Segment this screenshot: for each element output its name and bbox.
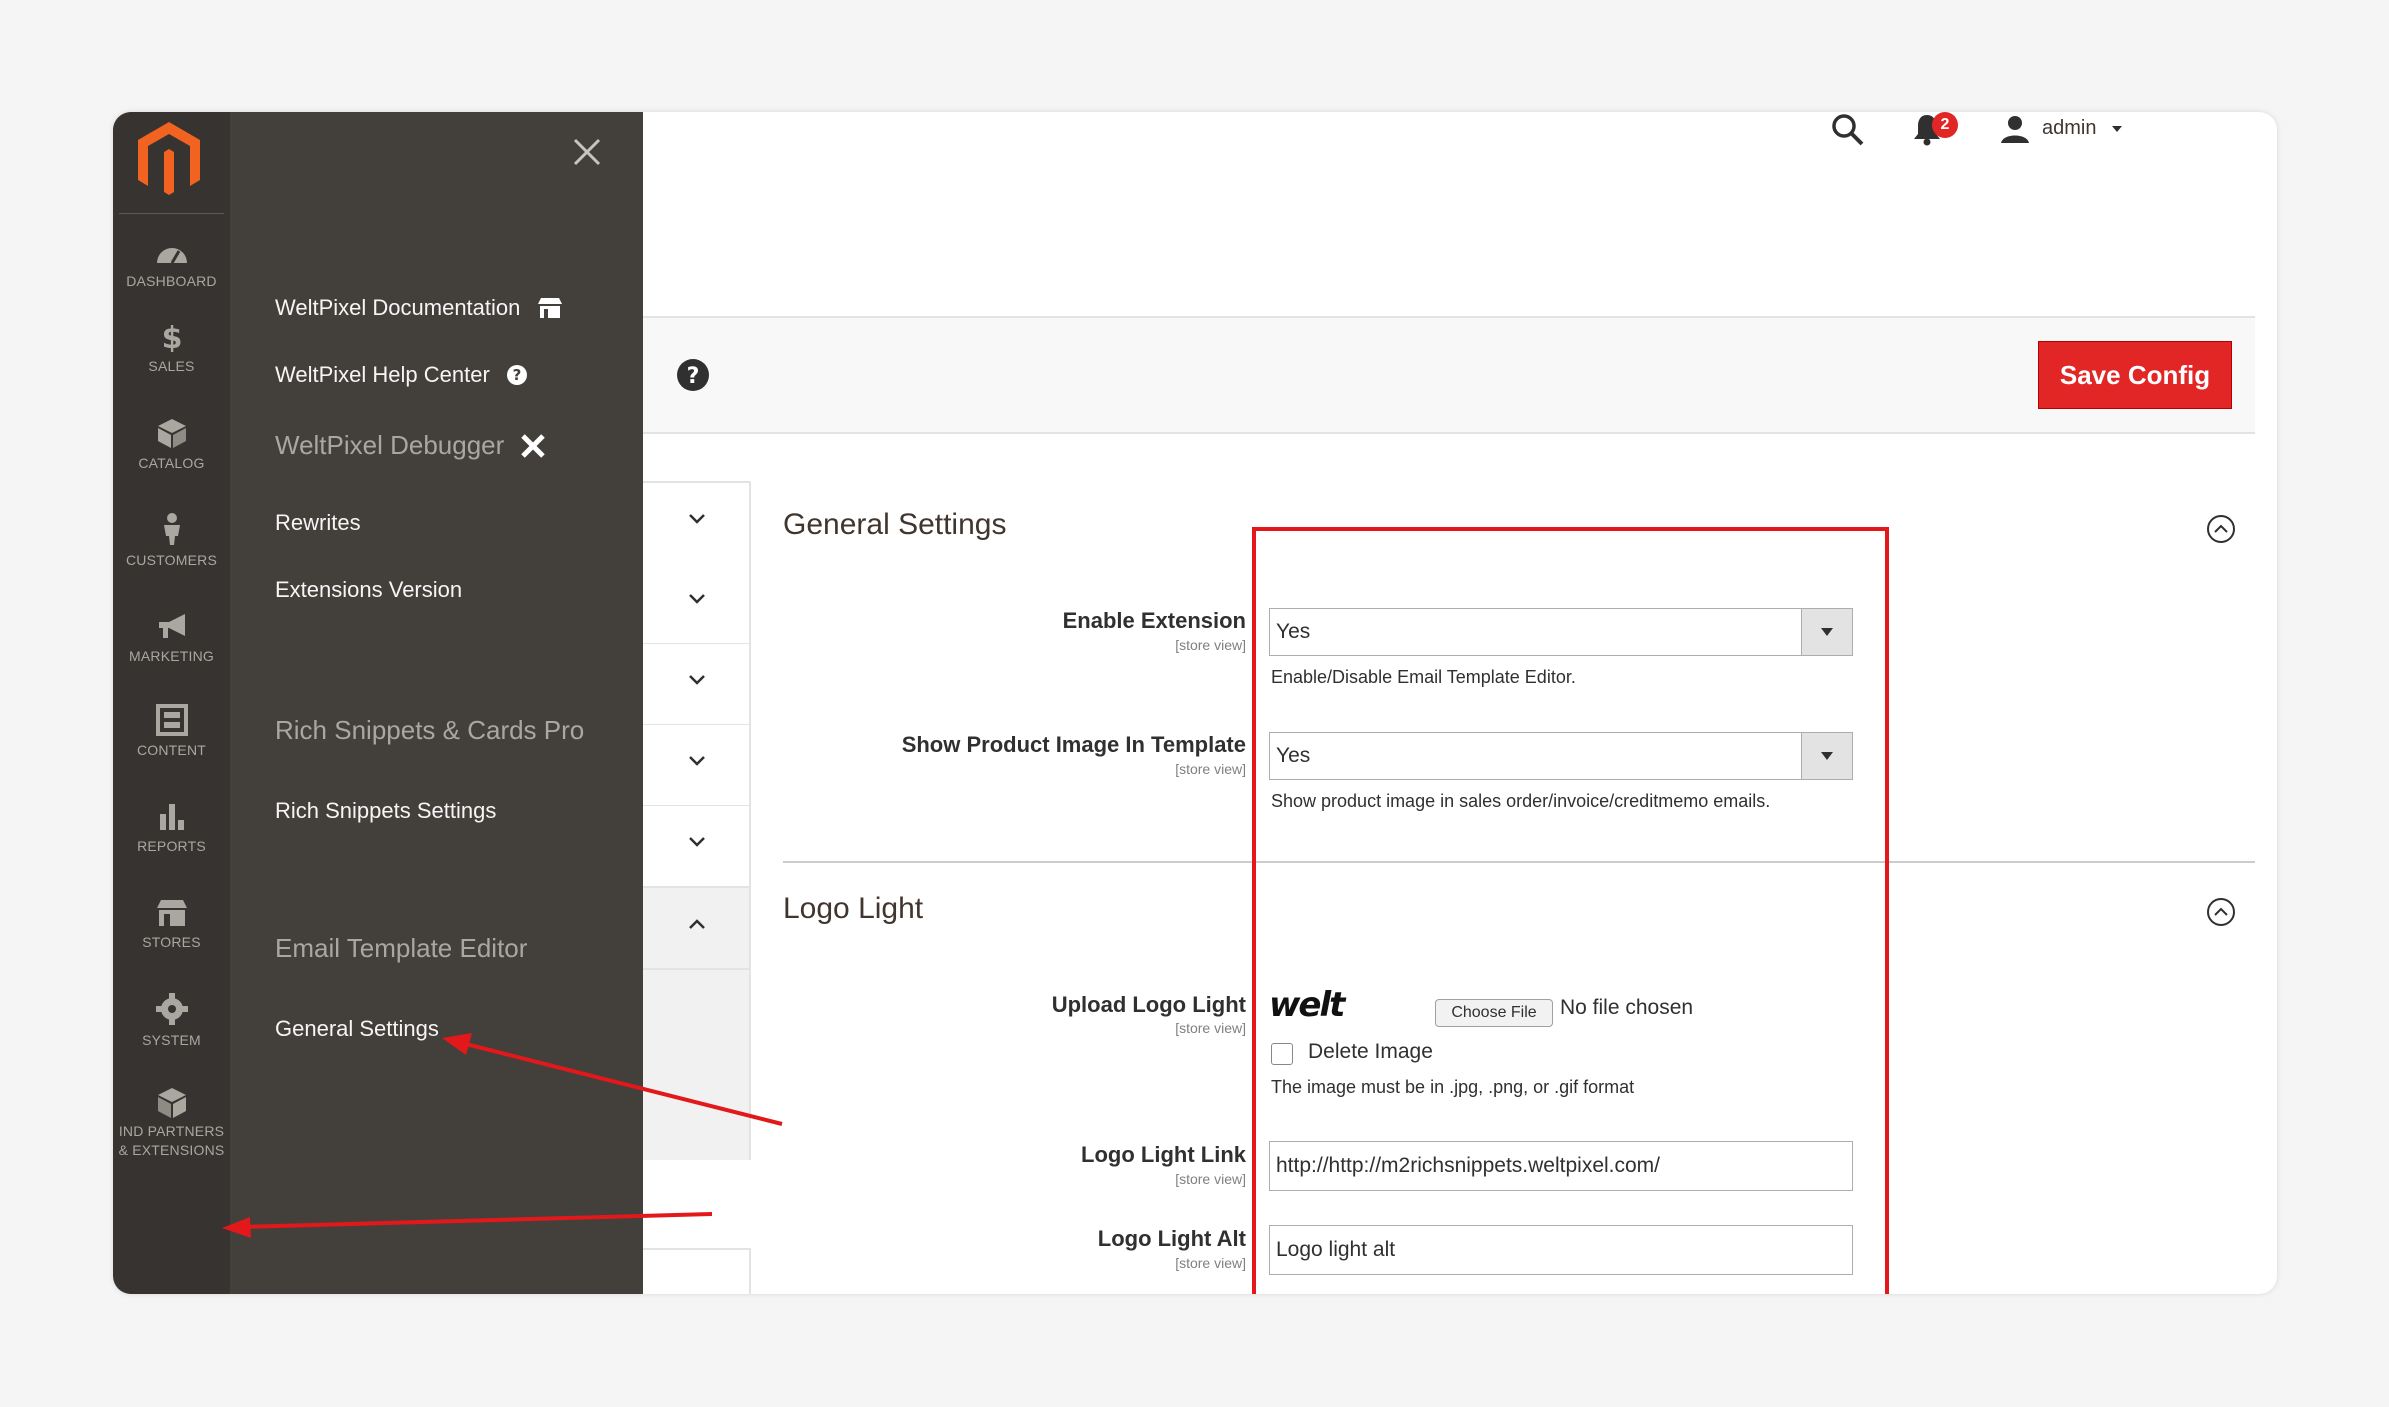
chevron-down-icon[interactable] — [2110, 122, 2124, 136]
bar-chart-icon — [159, 804, 184, 830]
nav-item-system[interactable]: SYSTEM — [113, 992, 230, 1082]
person-icon — [163, 513, 180, 545]
weltpixel-flyout-menu: WeltPixel Documentation WeltPixel Help C… — [230, 112, 643, 1294]
cube-icon — [157, 1088, 186, 1118]
chevron-down-icon — [689, 514, 705, 524]
nav-item-content[interactable]: CONTENT — [113, 704, 230, 794]
nav-label: CONTENT — [136, 742, 207, 758]
field-scope: [store view] — [1175, 1255, 1246, 1271]
config-tab-row[interactable] — [643, 1248, 751, 1294]
flyout-link-documentation[interactable]: WeltPixel Documentation — [275, 295, 564, 321]
nav-label: IND PARTNERS — [118, 1123, 225, 1139]
content-icon — [155, 704, 188, 736]
nav-item-stores[interactable]: STORES — [113, 898, 230, 988]
field-label: Upload Logo Light — [1051, 992, 1246, 1017]
nav-item-dashboard[interactable]: DASHBOARD — [113, 237, 230, 327]
chevron-down-icon — [689, 675, 705, 685]
flyout-heading-label: Email Template Editor — [275, 933, 528, 963]
field-scope: [store view] — [1175, 1171, 1246, 1187]
nav-item-partners[interactable]: IND PARTNERS & EXTENSIONS — [113, 1086, 230, 1186]
user-icon[interactable] — [2000, 114, 2030, 144]
help-icon: ? — [506, 365, 527, 385]
help-icon[interactable]: ? — [676, 358, 710, 392]
admin-user-menu[interactable]: admin — [2042, 117, 2096, 140]
flyout-link-label: General Settings — [275, 1016, 439, 1041]
annotation-highlight-box — [1252, 527, 1889, 1294]
nav-label: MARKETING — [128, 648, 215, 664]
flyout-link-label: WeltPixel Documentation — [275, 295, 521, 320]
dashboard-icon — [156, 248, 187, 264]
dollar-icon: $ — [161, 322, 182, 352]
tools-icon — [521, 433, 546, 458]
admin-nav-rail: DASHBOARD $ SALES CATALOG CUSTOMERS MARK… — [113, 112, 230, 1294]
page-actions-bar — [643, 318, 2255, 434]
nav-item-marketing[interactable]: MARKETING — [113, 612, 230, 702]
config-tab-row[interactable] — [643, 481, 751, 565]
config-tab-row[interactable] — [643, 725, 751, 807]
field-label: Logo Light Alt — [1097, 1226, 1246, 1251]
flyout-link-label: Rich Snippets Settings — [275, 798, 497, 823]
flyout-heading-label: WeltPixel Debugger — [275, 430, 505, 460]
nav-label: DASHBOARD — [126, 273, 217, 289]
save-config-button[interactable]: Save Config — [2038, 341, 2232, 409]
collapse-icon[interactable] — [2206, 514, 2236, 544]
nav-label: REPORTS — [137, 838, 206, 854]
search-icon[interactable] — [1830, 112, 1866, 148]
flyout-link-rich-snippets-settings[interactable]: Rich Snippets Settings — [275, 798, 496, 824]
rail-divider — [119, 213, 224, 214]
nav-label: CUSTOMERS — [126, 552, 217, 568]
svg-text:?: ? — [512, 366, 521, 384]
field-label: Enable Extension — [1062, 608, 1246, 633]
flyout-heading-label: Rich Snippets & Cards Pro — [275, 715, 585, 745]
flyout-link-label: Rewrites — [275, 510, 361, 535]
notification-badge: 2 — [1932, 112, 1958, 138]
svg-text:$: $ — [161, 322, 182, 352]
store-icon — [156, 900, 187, 926]
field-scope: [store view] — [1175, 637, 1246, 653]
chevron-down-icon — [689, 594, 705, 604]
magento-logo-icon[interactable] — [134, 118, 204, 198]
nav-item-customers[interactable]: CUSTOMERS — [113, 512, 230, 602]
field-scope: [store view] — [1175, 1020, 1246, 1036]
nav-label: STORES — [142, 934, 201, 950]
nav-label: CATALOG — [138, 455, 205, 471]
flyout-heading-email-template-editor: Email Template Editor — [275, 933, 527, 964]
chevron-down-icon — [689, 756, 705, 766]
config-tab-panel — [643, 970, 751, 1160]
flyout-link-rewrites[interactable]: Rewrites — [275, 510, 361, 536]
field-scope: [store view] — [1175, 761, 1246, 777]
gear-icon — [155, 993, 188, 1025]
flyout-heading-rich-snippets: Rich Snippets & Cards Pro — [275, 715, 584, 746]
nav-label: SALES — [148, 358, 195, 374]
nav-item-sales[interactable]: $ SALES — [113, 322, 230, 412]
flyout-heading-debugger: WeltPixel Debugger — [275, 430, 546, 461]
flyout-link-help-center[interactable]: WeltPixel Help Center ? — [275, 362, 528, 388]
nav-label: SYSTEM — [142, 1032, 201, 1048]
config-tab-row-active[interactable] — [643, 888, 751, 970]
nav-item-reports[interactable]: REPORTS — [113, 800, 230, 890]
admin-window: DASHBOARD $ SALES CATALOG CUSTOMERS MARK… — [113, 112, 2277, 1294]
config-tab-row[interactable] — [643, 563, 751, 645]
config-tab-row[interactable] — [643, 806, 751, 888]
nav-item-catalog[interactable]: CATALOG — [113, 417, 230, 507]
svg-text:?: ? — [687, 364, 700, 389]
chevron-up-icon — [689, 919, 705, 929]
chevron-down-icon — [689, 837, 705, 847]
field-label: Show Product Image In Template — [901, 732, 1246, 757]
close-icon[interactable] — [567, 132, 607, 172]
collapse-icon[interactable] — [2206, 897, 2236, 927]
section-title-general[interactable]: General Settings — [783, 508, 1006, 542]
config-tab-row[interactable] — [643, 644, 751, 726]
field-label: Logo Light Link — [1081, 1142, 1246, 1167]
section-title-logo-light[interactable]: Logo Light — [783, 892, 923, 926]
megaphone-icon — [158, 614, 185, 638]
store-icon — [538, 298, 563, 318]
box-icon — [157, 419, 186, 448]
flyout-link-extensions-version[interactable]: Extensions Version — [275, 577, 462, 603]
nav-label: & EXTENSIONS — [118, 1142, 225, 1158]
flyout-link-label: WeltPixel Help Center — [275, 362, 490, 387]
flyout-link-general-settings[interactable]: General Settings — [275, 1016, 439, 1042]
flyout-link-label: Extensions Version — [275, 577, 463, 602]
